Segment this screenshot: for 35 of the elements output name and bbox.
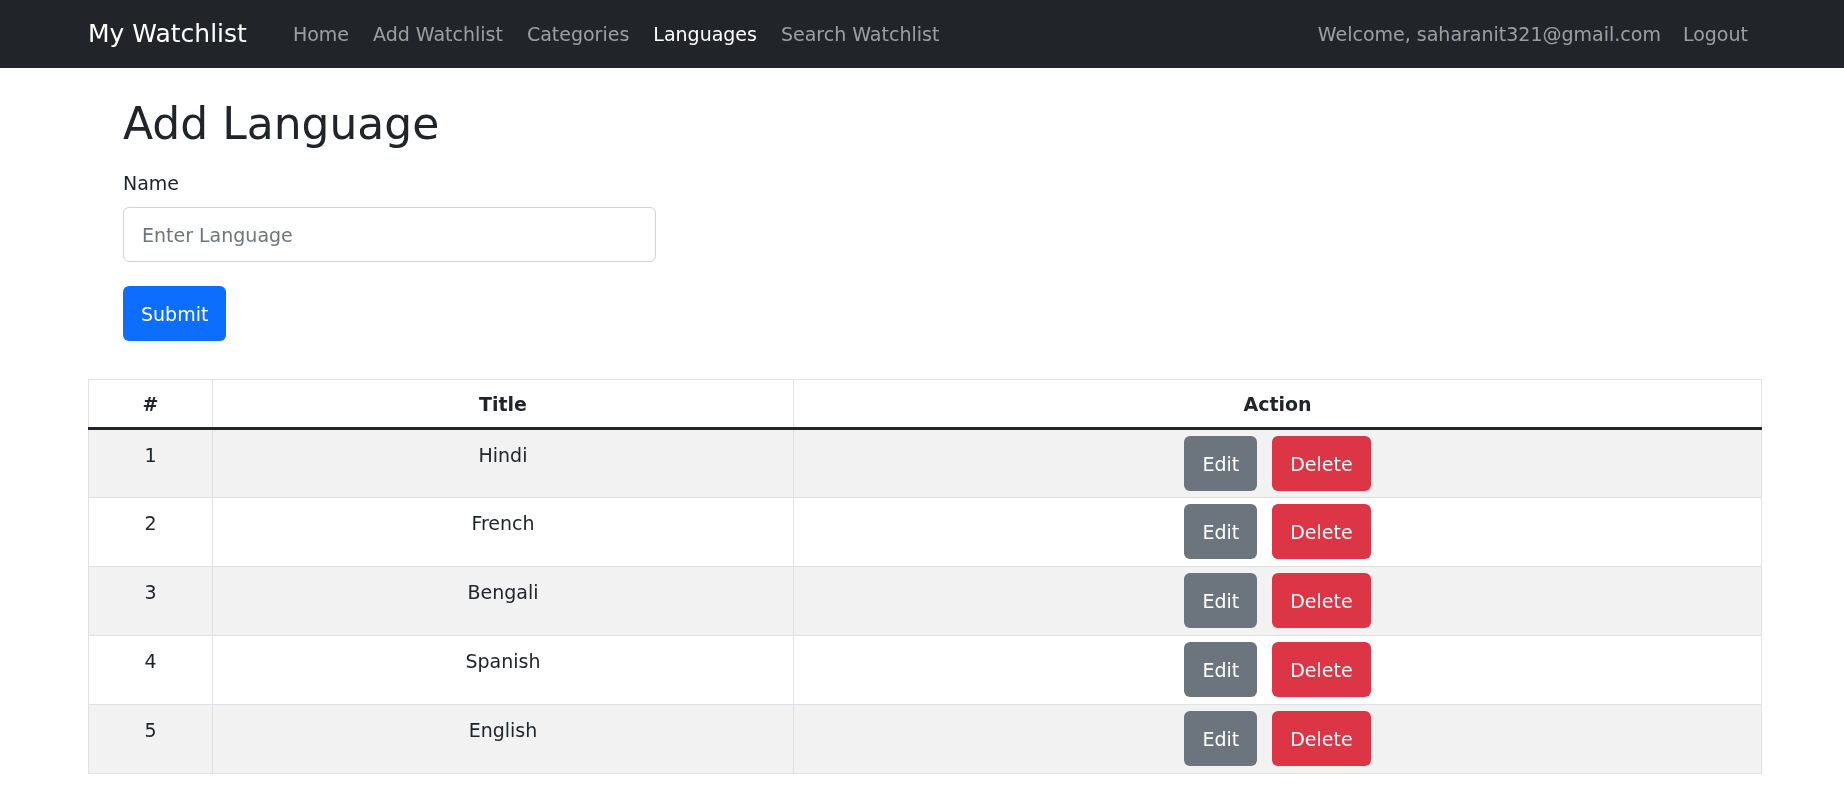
table-cell: Bengali <box>212 566 794 636</box>
delete-button[interactable]: Delete <box>1272 504 1371 560</box>
brand-link[interactable]: My Watchlist <box>88 15 247 53</box>
nav-link[interactable]: Categories <box>514 19 642 49</box>
edit-button[interactable]: Edit <box>1184 436 1258 492</box>
table-cell: Hindi <box>212 428 794 498</box>
logout-link[interactable]: Logout <box>1670 19 1760 49</box>
delete-button[interactable]: Delete <box>1272 436 1371 492</box>
nav-link[interactable]: Home <box>280 19 361 49</box>
welcome-text: Welcome, saharanit321@gmail.com <box>1316 21 1662 47</box>
table-cell: 3 <box>88 566 213 636</box>
column-header: # <box>88 379 213 429</box>
edit-button[interactable]: Edit <box>1184 573 1258 629</box>
language-input[interactable]: Enter Language <box>123 207 656 263</box>
nav-link[interactable]: Add Watchlist <box>361 19 515 49</box>
table-cell: English <box>212 704 794 774</box>
edit-button[interactable]: Edit <box>1184 642 1258 698</box>
table-cell: 5 <box>88 704 213 774</box>
table-cell: French <box>212 497 794 567</box>
edit-button[interactable]: Edit <box>1184 504 1258 560</box>
edit-button[interactable]: Edit <box>1184 711 1258 767</box>
column-header: Action <box>793 379 1762 429</box>
table-cell: 1 <box>88 428 213 498</box>
delete-button[interactable]: Delete <box>1272 642 1371 698</box>
nav-link[interactable]: Languages <box>641 19 769 49</box>
column-header: Title <box>212 379 794 429</box>
delete-button[interactable]: Delete <box>1272 573 1371 629</box>
delete-button[interactable]: Delete <box>1272 711 1371 767</box>
table-cell: Spanish <box>212 635 794 705</box>
submit-button[interactable]: Submit <box>123 286 227 342</box>
table-cell: 4 <box>88 635 213 705</box>
page-heading: Add Language <box>123 98 441 151</box>
table-cell: 2 <box>88 497 213 567</box>
nav-link[interactable]: Search Watchlist <box>768 19 952 49</box>
field-label: Name <box>123 170 181 196</box>
